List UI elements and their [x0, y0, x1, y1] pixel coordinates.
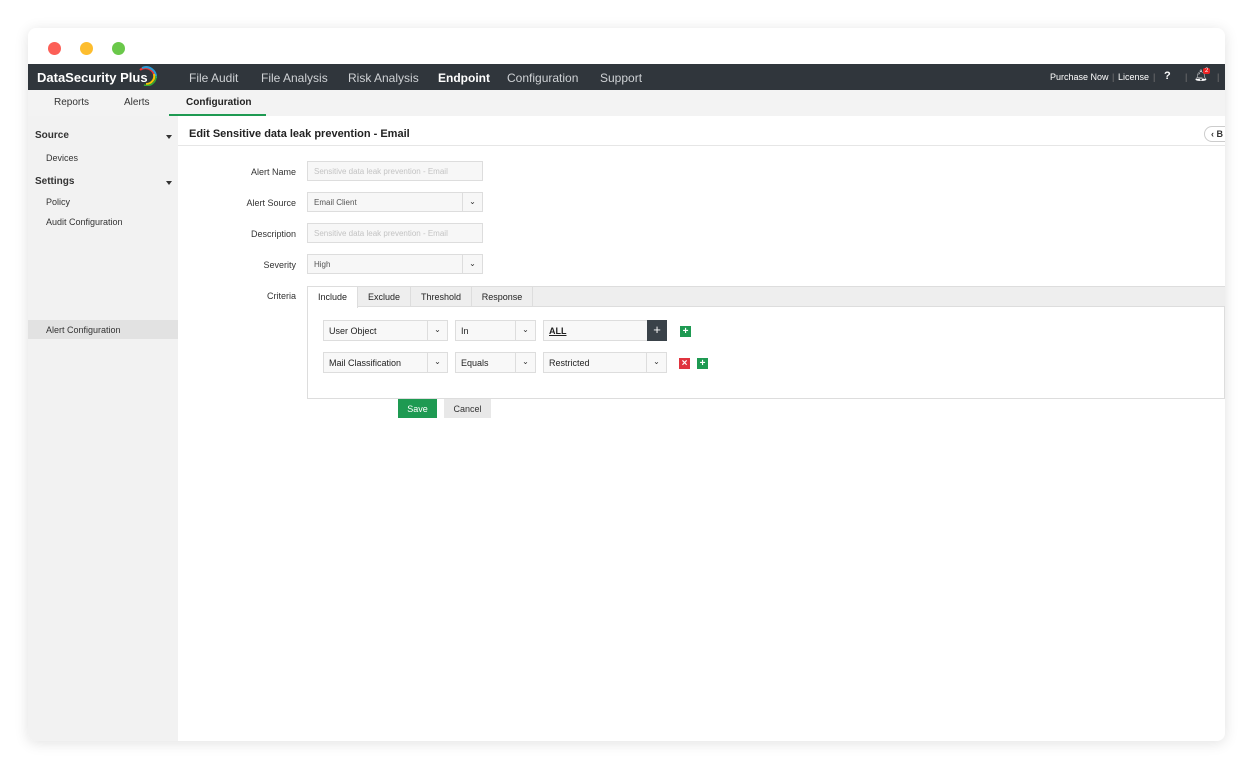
chevron-down-icon[interactable]: ⌄	[646, 353, 666, 372]
help-icon[interactable]: ?	[1164, 70, 1171, 82]
sidebar-item-label: Alert Configuration	[46, 325, 121, 335]
divider	[178, 145, 1225, 146]
purchase-now-link[interactable]: Purchase Now	[1050, 72, 1109, 82]
sidebar-item-audit-configuration[interactable]: Audit Configuration	[46, 217, 123, 227]
sub-nav: Reports Alerts Configuration	[28, 90, 1225, 116]
tab-exclude[interactable]: Exclude	[358, 287, 411, 307]
chevron-down-icon[interactable]: ⌄	[515, 353, 535, 372]
sidebar-item-devices[interactable]: Devices	[46, 153, 78, 163]
sidebar-section-settings[interactable]: Settings	[35, 176, 74, 187]
criteria-panel: Include Exclude Threshold Response User …	[307, 286, 1225, 399]
nav-support[interactable]: Support	[600, 71, 642, 85]
logo-arcs-icon	[139, 66, 158, 86]
remove-criteria-button[interactable]: ×	[679, 358, 690, 369]
tab-reports[interactable]: Reports	[54, 97, 89, 108]
back-label: B	[1216, 129, 1224, 139]
maximize-window-button[interactable]	[112, 42, 125, 55]
save-button[interactable]: Save	[398, 399, 437, 418]
criteria-operator-select[interactable]: In ⌄	[455, 320, 536, 341]
tab-include[interactable]: Include	[308, 287, 358, 308]
alert-source-select[interactable]: Email Client ⌄	[307, 192, 483, 212]
top-nav: DataSecurity Plus File Audit File Analys…	[28, 64, 1225, 90]
tab-alerts[interactable]: Alerts	[124, 97, 150, 108]
add-value-button[interactable]: +	[647, 320, 667, 341]
criteria-value-select[interactable]: Restricted ⌄	[543, 352, 667, 373]
nav-file-audit[interactable]: File Audit	[189, 71, 238, 85]
sidebar: Source Devices Settings Policy Audit Con…	[28, 116, 178, 741]
chevron-down-icon[interactable]: ⌄	[515, 321, 535, 340]
tab-response[interactable]: Response	[472, 287, 533, 307]
severity-value: High	[314, 260, 331, 269]
severity-select[interactable]: High ⌄	[307, 254, 483, 274]
criteria-field-select[interactable]: Mail Classification ⌄	[323, 352, 448, 373]
alert-source-label: Alert Source	[246, 198, 296, 208]
description-label: Description	[250, 229, 296, 239]
minimize-window-button[interactable]	[80, 42, 93, 55]
field-value: Mail Classification	[329, 358, 402, 368]
logo[interactable]: DataSecurity Plus	[37, 70, 148, 85]
criteria-tabs: Include Exclude Threshold Response	[308, 287, 1225, 308]
nav-file-analysis[interactable]: File Analysis	[261, 71, 328, 85]
page-title: Edit Sensitive data leak prevention - Em…	[189, 128, 410, 140]
nav-risk-analysis[interactable]: Risk Analysis	[348, 71, 419, 85]
field-value: User Object	[329, 326, 377, 336]
chevron-down-icon[interactable]: ⌄	[462, 193, 482, 211]
criteria-field-select[interactable]: User Object ⌄	[323, 320, 448, 341]
sidebar-section-source[interactable]: Source	[35, 130, 69, 141]
sidebar-item-policy[interactable]: Policy	[46, 197, 70, 207]
close-window-button[interactable]	[48, 42, 61, 55]
nav-endpoint[interactable]: Endpoint	[438, 71, 490, 85]
active-tab-indicator	[169, 114, 266, 116]
chevron-down-icon[interactable]: ⌄	[462, 255, 482, 273]
criteria-value-input[interactable]: ALL +	[543, 320, 667, 341]
add-criteria-button[interactable]: +	[680, 326, 691, 337]
tab-configuration[interactable]: Configuration	[186, 97, 252, 108]
chevron-down-icon[interactable]: ⌄	[427, 353, 447, 372]
sidebar-item-alert-configuration[interactable]: Alert Configuration	[28, 320, 178, 339]
back-button[interactable]: ‹ B	[1204, 126, 1225, 142]
add-criteria-button[interactable]: +	[697, 358, 708, 369]
value-text: ALL	[549, 326, 567, 336]
license-link[interactable]: License	[1118, 72, 1149, 82]
tab-threshold[interactable]: Threshold	[411, 287, 472, 307]
caret-down-icon[interactable]	[166, 181, 172, 185]
operator-value: Equals	[461, 358, 489, 368]
alert-source-value: Email Client	[314, 198, 357, 207]
operator-value: In	[461, 326, 469, 336]
severity-label: Severity	[263, 260, 296, 270]
cancel-button[interactable]: Cancel	[444, 399, 491, 418]
criteria-label: Criteria	[266, 291, 296, 301]
notification-badge: 2	[1203, 68, 1211, 74]
app-window: DataSecurity Plus File Audit File Analys…	[28, 28, 1225, 741]
value-text: Restricted	[549, 358, 590, 368]
alert-name-label: Alert Name	[250, 167, 296, 177]
chevron-down-icon[interactable]: ⌄	[427, 321, 447, 340]
nav-configuration[interactable]: Configuration	[507, 71, 578, 85]
description-input[interactable]: Sensitive data leak prevention - Email	[307, 223, 483, 243]
criteria-operator-select[interactable]: Equals ⌄	[455, 352, 536, 373]
alert-name-input[interactable]: Sensitive data leak prevention - Email	[307, 161, 483, 181]
caret-down-icon[interactable]	[166, 135, 172, 139]
